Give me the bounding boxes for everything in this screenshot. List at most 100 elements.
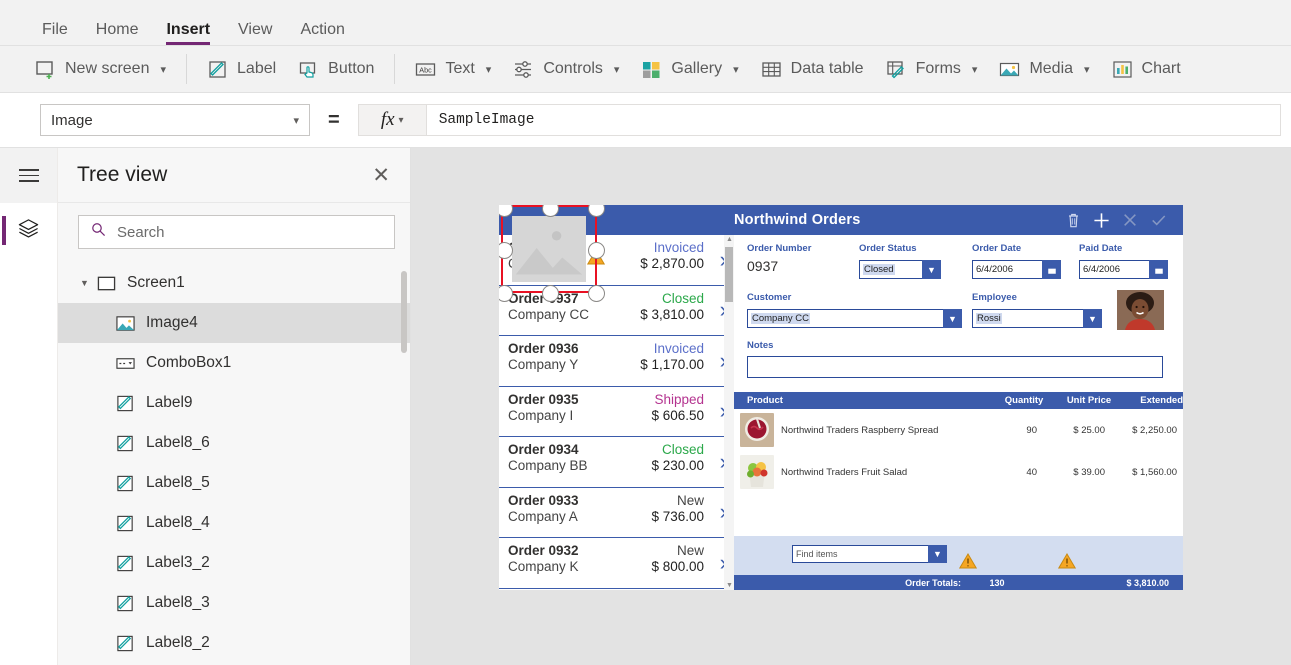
employee-avatar — [1117, 290, 1164, 330]
chevron-down-icon[interactable]: ▾ — [733, 63, 739, 76]
ribbon-text-button[interactable]: Abc Text ▾ — [404, 53, 502, 86]
formula-bar: Image ▾ = fx ▾ SampleImage — [0, 93, 1291, 148]
order-detail-form: Order Number 0937 Order Status Closed ▼ … — [734, 235, 1183, 590]
customer-dropdown[interactable]: Company CC ▼ — [747, 309, 962, 328]
save-order-icon[interactable] — [1150, 212, 1167, 228]
table-row[interactable]: Northwind Traders Fruit Salad 40 $ 39.00… — [734, 451, 1183, 493]
close-icon[interactable]: ✕ — [372, 165, 390, 186]
tree-search-wrapper: Search — [58, 203, 410, 263]
chart-icon — [1112, 59, 1133, 80]
scroll-up-icon[interactable]: ▲ — [726, 236, 733, 243]
menu-item-action[interactable]: Action — [286, 22, 358, 45]
chevron-down-icon[interactable]: ▼ — [943, 309, 962, 328]
ribbon-label-button[interactable]: Label — [196, 53, 287, 86]
search-input[interactable]: Search — [78, 215, 395, 249]
ribbon-new-screen-label: New screen — [65, 60, 150, 77]
formula-input[interactable]: SampleImage — [425, 104, 1281, 136]
add-item-zone: Find items ▼ — [734, 536, 1183, 575]
ribbon-divider — [186, 54, 188, 84]
menu-item-home[interactable]: Home — [82, 22, 153, 45]
gallery-company: Company A — [508, 508, 578, 524]
gallery-status: Invoiced — [653, 341, 704, 356]
tree-item-label8-2[interactable]: Label8_2 — [58, 623, 410, 663]
gallery-row[interactable]: Order 0935 Shipped Company I $ 606.50 › — [499, 387, 734, 437]
chevron-down-icon[interactable]: ▾ — [1084, 63, 1090, 76]
find-items-combobox[interactable]: Find items ▼ — [792, 545, 947, 563]
ribbon-new-screen-button[interactable]: New screen ▾ — [24, 53, 177, 86]
resize-handle-w[interactable] — [499, 242, 513, 259]
notes-input[interactable] — [747, 356, 1163, 378]
chevron-down-icon[interactable]: ▾ — [486, 63, 492, 76]
tree-item-combobox1[interactable]: ComboBox1 — [58, 343, 410, 383]
gallery-row[interactable]: Order 0937 Closed Company CC $ 3,810.00 … — [499, 286, 734, 336]
gallery-scrollbar[interactable]: ▲ ▼ — [724, 235, 734, 590]
new-screen-icon — [35, 59, 56, 80]
gallery-amount: $ 606.50 — [651, 407, 704, 423]
paid-date-input[interactable]: 6/4/2006 — [1079, 260, 1168, 279]
resize-handle-s[interactable] — [542, 285, 559, 302]
expand-triangle-icon[interactable]: ▼ — [80, 278, 92, 288]
chevron-down-icon[interactable]: ▾ — [614, 63, 620, 76]
ribbon-text-label: Text — [445, 60, 475, 77]
tree-item-screen1[interactable]: ▼ Screen1 — [58, 263, 410, 303]
chevron-down-icon[interactable]: ▾ — [972, 63, 978, 76]
fx-toggle-button[interactable]: fx ▾ — [357, 104, 426, 136]
rail-tree-view-button[interactable] — [0, 203, 57, 258]
ribbon-gallery-button[interactable]: Gallery ▾ — [630, 53, 749, 86]
gallery-scrollbar-thumb[interactable] — [725, 247, 733, 302]
column-header-unit-price: Unit Price — [1066, 395, 1112, 406]
gallery-row[interactable]: Order 0936 Invoiced Company Y $ 1,170.00… — [499, 336, 734, 387]
tree-item-label8-6[interactable]: Label8_6 — [58, 423, 410, 463]
tree-scrollbar-thumb[interactable] — [401, 271, 407, 353]
delete-order-icon[interactable] — [1066, 212, 1081, 228]
tree-item-label8-5[interactable]: Label8_5 — [58, 463, 410, 503]
employee-dropdown[interactable]: Rossi ▼ — [972, 309, 1102, 328]
tree-item-label3-2[interactable]: Label3_2 — [58, 543, 410, 583]
ribbon-media-button[interactable]: Media ▾ — [988, 53, 1100, 86]
table-row[interactable]: Northwind Traders Raspberry Spread 90 $ … — [734, 409, 1183, 451]
menu-item-file[interactable]: File — [28, 22, 82, 45]
chevron-down-icon[interactable]: ▾ — [160, 63, 166, 76]
tree-item-label9[interactable]: Label9 — [58, 383, 410, 423]
gallery-order-number: Order 0932 — [508, 543, 579, 558]
tree-item-label: Label8_5 — [146, 474, 210, 491]
data-table-icon — [761, 59, 782, 80]
menu-item-view[interactable]: View — [224, 22, 286, 45]
ribbon-chart-button[interactable]: Chart — [1101, 53, 1192, 86]
menu-item-insert[interactable]: Insert — [152, 22, 224, 45]
chevron-down-icon[interactable]: ▼ — [1083, 309, 1102, 328]
gallery-row[interactable]: Order 0934 Closed Company BB $ 230.00 › — [499, 437, 734, 488]
resize-handle-se[interactable] — [588, 285, 605, 302]
tree-item-label8-3[interactable]: Label8_3 — [58, 583, 410, 623]
studio-body: Tree view ✕ Search ▼ Screen1 Image4 Comb… — [0, 148, 1291, 665]
gallery-row[interactable]: Order 0933 New Company A $ 736.00 › — [499, 488, 734, 538]
hamburger-menu-button[interactable] — [0, 148, 57, 203]
add-order-icon[interactable] — [1093, 212, 1110, 229]
chevron-down-icon: ▾ — [398, 114, 404, 126]
ribbon-controls-button[interactable]: Controls ▾ — [502, 53, 630, 86]
tree-item-image4[interactable]: Image4 — [58, 303, 410, 343]
resize-handle-e[interactable] — [588, 242, 605, 259]
gallery-row[interactable]: Order 0932 New Company K $ 800.00 › — [499, 538, 734, 589]
chevron-down-icon[interactable]: ▼ — [928, 545, 947, 563]
customer-label: Customer — [747, 292, 792, 303]
tree-item-label8-4[interactable]: Label8_4 — [58, 503, 410, 543]
resize-handle-nw[interactable] — [499, 205, 513, 217]
ribbon-forms-button[interactable]: Forms ▾ — [875, 53, 989, 86]
calendar-icon[interactable] — [1042, 260, 1061, 279]
property-selector[interactable]: Image ▾ — [40, 104, 310, 136]
calendar-icon[interactable] — [1149, 260, 1168, 279]
order-totals-amount: $ 3,810.00 — [1126, 577, 1169, 588]
scroll-down-icon[interactable]: ▼ — [726, 582, 733, 589]
selected-image-control[interactable] — [499, 205, 605, 302]
product-extended: $ 2,250.00 — [1132, 424, 1177, 436]
order-status-dropdown[interactable]: Closed ▼ — [859, 260, 941, 279]
tree-item-label: Image4 — [146, 314, 198, 331]
ribbon-button-button[interactable]: Button — [287, 53, 385, 86]
ribbon-data-table-button[interactable]: Data table — [750, 53, 875, 86]
label-icon — [116, 394, 135, 413]
order-date-input[interactable]: 6/4/2006 — [972, 260, 1061, 279]
chevron-down-icon[interactable]: ▼ — [922, 260, 941, 279]
image-placeholder — [512, 216, 586, 282]
cancel-edit-icon[interactable] — [1122, 212, 1138, 228]
